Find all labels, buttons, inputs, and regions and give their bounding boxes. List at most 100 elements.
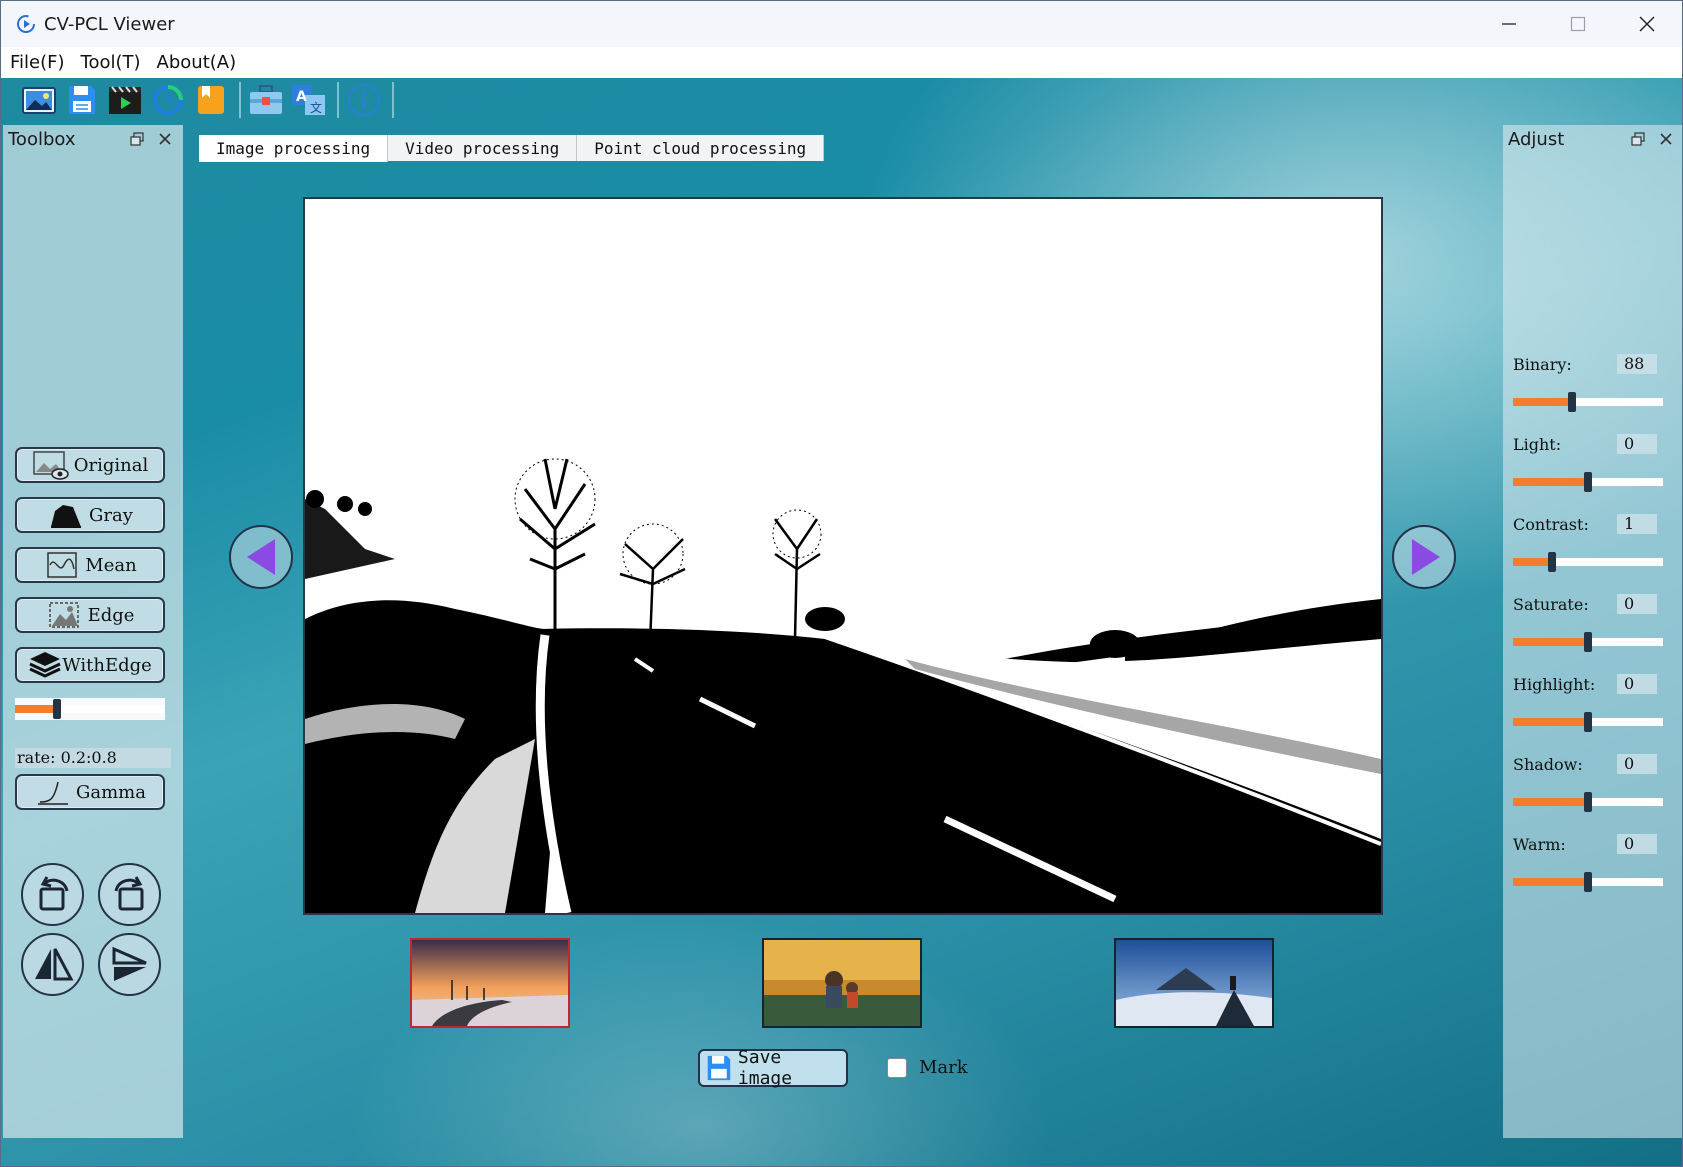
rotate-right-button[interactable] xyxy=(98,863,161,926)
rate-slider[interactable] xyxy=(15,698,165,720)
adjust-panel: Adjust Binary: 88 Light: 0 Contrast: 1 Saturat… xyxy=(1503,125,1682,1138)
adjust-header: Adjust xyxy=(1503,125,1682,153)
window-title: CV-PCL Viewer xyxy=(44,14,175,35)
mean-button[interactable]: Mean xyxy=(15,547,165,583)
close-panel-icon[interactable] xyxy=(1656,129,1676,149)
rate-slider-thumb[interactable] xyxy=(53,699,61,719)
flip-vertical-icon xyxy=(112,946,147,981)
flip-vertical-button[interactable] xyxy=(98,933,161,996)
toolbar-separator xyxy=(392,81,394,118)
adjust-slider[interactable] xyxy=(1513,471,1663,493)
adjust-row: Shadow: 0 xyxy=(1513,754,1673,775)
withedge-label: WithEdge xyxy=(62,654,152,676)
mark-checkbox-row[interactable]: Mark xyxy=(887,1057,968,1078)
adjust-slider[interactable] xyxy=(1513,871,1663,893)
save-toolbar-button[interactable] xyxy=(62,81,102,119)
gamma-curve-icon xyxy=(34,777,72,807)
close-button[interactable] xyxy=(1613,1,1681,47)
tab-video-processing[interactable]: Video processing xyxy=(388,135,578,161)
adjust-row: Binary: 88 xyxy=(1513,354,1673,375)
adjust-row: Warm: 0 xyxy=(1513,834,1673,855)
menu-tool[interactable]: Tool(T) xyxy=(81,52,141,73)
minimize-icon xyxy=(1502,23,1516,25)
bookmark-button[interactable] xyxy=(191,81,231,119)
menu-about[interactable]: About(A) xyxy=(157,52,237,73)
adjust-slider-fill xyxy=(1513,798,1588,806)
toolbar: A 文 xyxy=(1,78,1682,121)
gray-button[interactable]: Gray xyxy=(15,497,165,533)
translate-button[interactable]: A 文 xyxy=(289,81,329,119)
mean-filter-icon xyxy=(43,550,81,580)
rotate-left-button[interactable] xyxy=(21,863,84,926)
float-panel-icon[interactable] xyxy=(1628,129,1648,149)
adjust-slider-thumb[interactable] xyxy=(1584,712,1592,732)
thumbnail-sunset-road[interactable] xyxy=(410,938,570,1028)
adjust-slider-thumb[interactable] xyxy=(1548,552,1556,572)
rotate-right-icon xyxy=(114,875,143,910)
arrow-right-icon xyxy=(1412,539,1440,575)
open-image-button[interactable] xyxy=(19,81,59,119)
mark-checkbox[interactable] xyxy=(887,1057,907,1078)
save-icon xyxy=(707,1055,731,1081)
adjust-slider-thumb[interactable] xyxy=(1568,392,1576,412)
gamma-button[interactable]: Gamma xyxy=(15,774,165,810)
adjust-slider[interactable] xyxy=(1513,551,1663,573)
adjust-slider-thumb[interactable] xyxy=(1584,792,1592,812)
adjust-value: 0 xyxy=(1617,674,1657,694)
flip-horizontal-button[interactable] xyxy=(21,933,84,996)
toolbar-separator xyxy=(239,81,241,118)
menu-file[interactable]: File(F) xyxy=(10,52,65,73)
adjust-slider[interactable] xyxy=(1513,631,1663,653)
toolbox-icon xyxy=(250,84,282,114)
adjust-slider-thumb[interactable] xyxy=(1584,632,1592,652)
adjust-label: Light: xyxy=(1513,435,1562,454)
withedge-button[interactable]: WithEdge xyxy=(15,647,165,683)
adjust-label: Binary: xyxy=(1513,355,1572,374)
adjust-value: 0 xyxy=(1617,754,1657,774)
image-eye-icon xyxy=(32,450,70,480)
gray-icon xyxy=(47,500,85,530)
translate-icon: A 文 xyxy=(292,84,325,115)
layers-icon xyxy=(28,650,62,680)
adjust-slider[interactable] xyxy=(1513,791,1663,813)
video-button[interactable] xyxy=(105,81,145,119)
adjust-slider-thumb[interactable] xyxy=(1584,472,1592,492)
adjust-slider[interactable] xyxy=(1513,391,1663,413)
maximize-button[interactable] xyxy=(1544,1,1612,47)
gray-label: Gray xyxy=(89,504,133,526)
adjust-slider-fill xyxy=(1513,718,1588,726)
thumbnail-fishing-painting[interactable] xyxy=(762,938,922,1028)
original-label: Original xyxy=(73,454,149,476)
edge-button[interactable]: Edge xyxy=(15,597,165,633)
adjust-slider-thumb[interactable] xyxy=(1584,872,1592,892)
float-panel-icon[interactable] xyxy=(127,129,147,149)
toolbar-separator xyxy=(337,81,339,118)
svg-text:文: 文 xyxy=(310,100,322,115)
thumbnail-mountain-hiker[interactable] xyxy=(1114,938,1274,1028)
main-area: A 文 Toolbox Original Gray Mean Edge With… xyxy=(1,78,1682,1166)
adjust-value: 0 xyxy=(1617,434,1657,454)
svg-text:A: A xyxy=(296,89,307,105)
tab-point-cloud-processing[interactable]: Point cloud processing xyxy=(577,135,825,161)
adjust-slider[interactable] xyxy=(1513,711,1663,733)
toolbox-panel: Toolbox Original Gray Mean Edge WithEdge… xyxy=(3,125,183,1138)
close-panel-icon[interactable] xyxy=(155,129,175,149)
toolbox-toggle-button[interactable] xyxy=(246,81,286,119)
adjust-label: Warm: xyxy=(1513,835,1566,854)
save-icon xyxy=(69,85,95,114)
original-button[interactable]: Original xyxy=(15,447,165,483)
adjust-value: 0 xyxy=(1617,834,1657,854)
rate-slider-fill xyxy=(15,705,57,713)
tab-image-processing[interactable]: Image processing xyxy=(199,135,389,162)
maximize-icon xyxy=(1570,16,1586,32)
save-image-button[interactable]: Save image xyxy=(698,1047,848,1089)
next-image-button[interactable] xyxy=(1392,525,1456,589)
previous-image-button[interactable] xyxy=(229,525,293,589)
info-button[interactable] xyxy=(344,81,384,119)
refresh-icon xyxy=(153,84,183,115)
rate-label: rate: 0.2:0.8 xyxy=(15,748,171,768)
rotate-left-icon xyxy=(39,875,68,910)
minimize-button[interactable] xyxy=(1475,1,1543,47)
bookmark-icon xyxy=(198,85,224,114)
refresh-button[interactable] xyxy=(148,81,188,119)
